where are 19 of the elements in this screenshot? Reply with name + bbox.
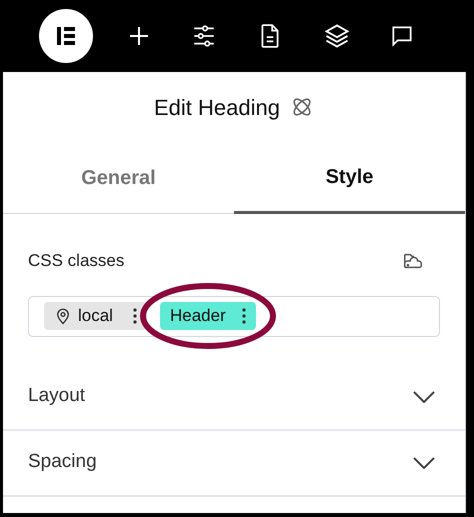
chevron-down-icon: [413, 390, 435, 402]
chip-label: Header: [170, 305, 226, 328]
chip-label: local: [78, 305, 113, 328]
section-header[interactable]: Spacing: [3, 430, 465, 496]
add-icon[interactable]: [127, 24, 151, 48]
chevron-down-icon: [413, 456, 435, 468]
section-label: CSS classes: [28, 250, 124, 272]
class-chip[interactable]: local: [44, 302, 147, 330]
tab[interactable]: General: [3, 142, 234, 214]
location-pin-icon: [54, 307, 72, 325]
layers-icon[interactable]: [323, 22, 351, 50]
panel-title: Edit Heading: [154, 94, 280, 122]
css-classes-field[interactable]: local Header: [28, 296, 440, 336]
more-icon[interactable]: [132, 308, 137, 324]
more-icon[interactable]: [242, 308, 246, 324]
elementor-logo-icon[interactable]: [39, 9, 93, 63]
tab[interactable]: Style: [234, 142, 465, 214]
section-header[interactable]: Layout: [3, 364, 465, 430]
class-chip[interactable]: Header: [160, 302, 256, 330]
